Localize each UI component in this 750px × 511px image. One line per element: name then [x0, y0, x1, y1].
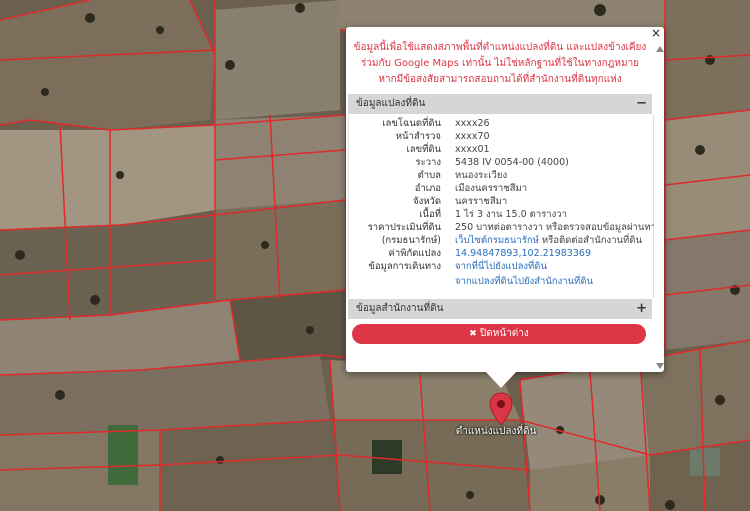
detail-row-directions: ข้อมูลการเดินทาง จากที่นี่ไปยังแปลงที่ดิ… [349, 260, 653, 273]
detail-row-map-sheet: ระวาง 5438 IV 0054-00 (4000) [349, 156, 653, 169]
detail-value: หรือติดต่อสำนักงานที่ดิน [538, 235, 642, 246]
detail-row-treasury: (กรมธนารักษ์) เว็บไซต์กรมธนารักษ์ หรือติ… [349, 234, 653, 247]
treasury-website-link[interactable]: เว็บไซต์กรมธนารักษ์ [455, 235, 539, 246]
detail-value: 5438 IV 0054-00 (4000) [455, 157, 569, 168]
collapse-icon[interactable]: − [636, 94, 647, 114]
office-section-header[interactable]: ข้อมูลสำนักงานที่ดิน + [348, 299, 652, 319]
detail-value: xxxx70 [455, 131, 490, 142]
office-section-title: ข้อมูลสำนักงานที่ดิน [356, 303, 444, 314]
detail-value: หนองระเวียง [455, 170, 508, 181]
detail-label: อำเภอ [414, 183, 441, 194]
detail-row-area: เนื้อที่ 1 ไร่ 3 งาน 15.0 ตารางวา [349, 208, 653, 221]
detail-row-deed: เลขโฉนดที่ดิน xxxx26 [349, 117, 653, 130]
disclaimer-notice: ข้อมูลนี้เพื่อใช้แสดงสภาพพื้นที่ตำแหน่งแ… [353, 42, 647, 85]
detail-value: xxxx26 [455, 118, 490, 129]
detail-value-group: เว็บไซต์กรมธนารักษ์ หรือติดต่อสำนักงานที… [455, 234, 642, 247]
close-window-button[interactable]: ✖ ปิดหน้าต่าง [352, 324, 646, 344]
detail-value: 250 บาทต่อตารางวา หรือตรวจสอบข้อมูลผ่านท… [455, 222, 654, 233]
detail-value: นครราชสีมา [455, 196, 508, 207]
expand-icon[interactable]: + [636, 299, 647, 319]
detail-value: 1 ไร่ 3 งาน 15.0 ตารางวา [455, 209, 567, 220]
detail-value: เมืองนครราชสีมา [455, 183, 528, 194]
detail-label: (กรมธนารักษ์) [381, 235, 441, 246]
detail-label: เลขที่ดิน [406, 144, 442, 155]
detail-label: เนื้อที่ [419, 209, 441, 220]
detail-row-coordinates: ค่าพิกัดแปลง 14.94847893,102.21983369 [349, 247, 653, 260]
popup-scrollbar[interactable] [654, 41, 664, 372]
detail-label: ราคาประเมินที่ดิน [367, 222, 441, 233]
detail-value: xxxx01 [455, 144, 490, 155]
close-icon: ✖ [469, 329, 477, 339]
detail-label: ระวาง [415, 157, 441, 168]
parcel-info-popup: ข้อมูลนี้เพื่อใช้แสดงสภาพพื้นที่ตำแหน่งแ… [346, 27, 664, 372]
popup-pointer [485, 371, 517, 388]
coordinates-link[interactable]: 14.94847893,102.21983369 [455, 247, 591, 260]
detail-row-subdistrict: ตำบล หนองระเวียง [349, 169, 653, 182]
parcel-section-title: ข้อมูลแปลงที่ดิน [356, 98, 426, 109]
popup-content[interactable]: ข้อมูลนี้เพื่อใช้แสดงสภาพพื้นที่ตำแหน่งแ… [346, 27, 654, 372]
directions-to-parcel-link[interactable]: จากที่นี่ไปยังแปลงที่ดิน [455, 260, 547, 273]
popup-close-icon[interactable]: × [651, 27, 661, 39]
detail-row-appraised-price: ราคาประเมินที่ดิน 250 บาทต่อตารางวา หรือ… [349, 221, 654, 234]
detail-label: เลขโฉนดที่ดิน [382, 118, 441, 129]
detail-row-district: อำเภอ เมืองนครราชสีมา [349, 182, 653, 195]
detail-label: หน้าสำรวจ [395, 131, 441, 142]
parcel-details: เลขโฉนดที่ดิน xxxx26 หน้าสำรวจ xxxx70 เล… [348, 115, 654, 298]
detail-label: ข้อมูลการเดินทาง [368, 261, 441, 272]
scroll-up-icon[interactable] [656, 46, 664, 52]
detail-row-survey-page: หน้าสำรวจ xxxx70 [349, 130, 653, 143]
parcel-section-header[interactable]: ข้อมูลแปลงที่ดิน − [348, 94, 652, 114]
directions-to-office-link[interactable]: จากแปลงที่ดินไปยังสำนักงานที่ดิน [455, 275, 593, 288]
marker-label: ตำแหน่งแปลงที่ดิน [455, 426, 537, 437]
detail-row-land-number: เลขที่ดิน xxxx01 [349, 143, 653, 156]
detail-label: ค่าพิกัดแปลง [388, 248, 442, 259]
map-pin-icon[interactable] [488, 392, 514, 426]
detail-label: ตำบล [417, 170, 441, 181]
scroll-down-icon[interactable] [656, 363, 664, 369]
close-window-label: ปิดหน้าต่าง [479, 328, 529, 339]
detail-row-province: จังหวัด นครราชสีมา [349, 195, 653, 208]
detail-label: จังหวัด [413, 196, 441, 207]
detail-row-directions-office: จากแปลงที่ดินไปยังสำนักงานที่ดิน [349, 275, 653, 288]
